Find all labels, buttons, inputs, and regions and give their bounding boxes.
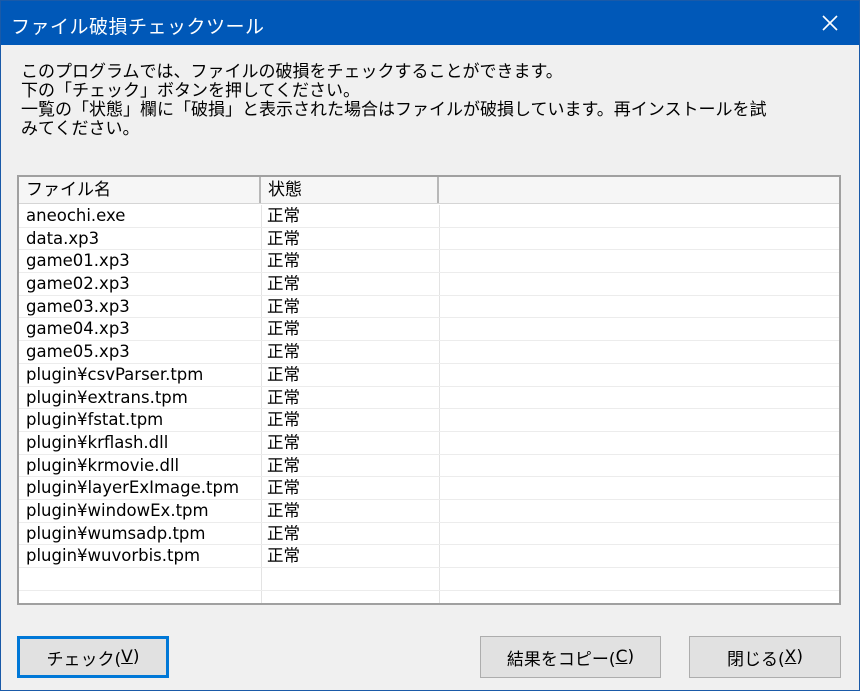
empty-cell (439, 477, 839, 499)
list-rows: aneochi.exe 正常 data.xp3 正常 game01.xp3 正常 game0… (19, 205, 839, 603)
status-cell: 正常 (267, 455, 300, 475)
empty-cell (439, 523, 839, 545)
column-header-empty[interactable] (439, 177, 839, 203)
empty-cell (439, 364, 839, 386)
status-cell: 正常 (267, 342, 300, 362)
description-line: みてください。 (21, 119, 140, 139)
file-name-cell: plugin¥wuvorbis.tpm (26, 546, 201, 566)
list-item[interactable]: game05.xp3 正常 (19, 341, 839, 364)
copy-results-button[interactable]: 結果をコピー(C) (480, 636, 661, 678)
file-name-cell: plugin¥extrans.tpm (26, 387, 188, 407)
description-line: このプログラムでは、ファイルの破損をチェックすることができます。 (21, 62, 563, 82)
list-item[interactable]: plugin¥windowEx.tpm 正常 (19, 500, 839, 523)
empty-cell (439, 500, 839, 522)
empty-cell (439, 545, 839, 567)
empty-cell (439, 432, 839, 454)
check-button-label: チェック( (46, 649, 122, 670)
empty-cell (439, 409, 839, 431)
column-header-filename[interactable]: ファイル名 (19, 177, 261, 203)
close-button-accel: X (784, 647, 797, 667)
empty-row (19, 591, 839, 603)
close-window-button[interactable] (801, 1, 859, 45)
list-item[interactable]: game03.xp3 正常 (19, 296, 839, 319)
description-line: 一覧の「状態」欄に「破損」と表示された場合はファイルが破損しています。再インスト… (21, 100, 767, 120)
list-item[interactable]: aneochi.exe 正常 (19, 205, 839, 228)
check-button-suffix: ) (132, 647, 140, 667)
close-button-suffix: ) (796, 647, 803, 667)
list-item[interactable]: game04.xp3 正常 (19, 318, 839, 342)
file-name-cell: plugin¥windowEx.tpm (26, 500, 209, 520)
file-list[interactable]: ファイル名 状態 aneochi.exe 正常 data.xp3 正常 game01.x… (17, 175, 841, 605)
file-name-cell: game04.xp3 (26, 319, 130, 339)
title-bar[interactable]: ファイル破損チェックツール (1, 1, 859, 45)
copy-button-label: 結果をコピー( (506, 649, 616, 670)
status-cell: 正常 (267, 296, 300, 316)
check-button-accel: V (121, 647, 133, 667)
status-cell: 正常 (267, 387, 300, 407)
empty-cell (439, 205, 839, 227)
dialog-body: このプログラムでは、ファイルの破損をチェックすることができます。 下の「チェック… (1, 45, 859, 690)
status-cell: 正常 (267, 206, 300, 225)
status-cell: 正常 (267, 364, 300, 384)
empty-cell (439, 318, 839, 340)
window-title: ファイル破損チェックツール (11, 16, 265, 38)
empty-cell (439, 273, 839, 295)
empty-cell (439, 455, 839, 477)
check-button[interactable]: チェック(V) (17, 636, 169, 678)
empty-cell (439, 228, 839, 250)
status-cell: 正常 (267, 478, 300, 498)
list-item[interactable]: plugin¥layerExImage.tpm 正常 (19, 477, 839, 500)
file-name-cell: aneochi.exe (26, 206, 126, 225)
empty-row (19, 568, 839, 591)
dialog-window: ファイル破損チェックツール このプログラムでは、ファイルの破損をチェックすること… (0, 0, 860, 691)
file-name-cell: plugin¥fstat.tpm (26, 410, 164, 430)
file-name-cell: plugin¥krflash.dll (26, 432, 169, 452)
description-line: 下の「チェック」ボタンを押してください。 (21, 81, 360, 101)
file-name-cell: game03.xp3 (26, 296, 130, 316)
status-cell: 正常 (267, 228, 300, 248)
list-item[interactable]: plugin¥krmovie.dll 正常 (19, 455, 839, 478)
file-name-cell: plugin¥layerExImage.tpm (26, 478, 240, 498)
list-item[interactable]: plugin¥csvParser.tpm 正常 (19, 364, 839, 387)
status-cell: 正常 (267, 410, 300, 430)
list-item[interactable]: plugin¥fstat.tpm 正常 (19, 409, 839, 432)
file-name-cell: data.xp3 (26, 228, 100, 248)
file-name-cell: plugin¥krmovie.dll (26, 455, 180, 475)
list-header: ファイル名 状態 (19, 177, 839, 204)
file-name-cell: plugin¥wumsadp.tpm (26, 523, 206, 543)
status-cell: 正常 (267, 251, 300, 271)
close-icon (822, 15, 838, 31)
close-button[interactable]: 閉じる(X) (689, 636, 841, 678)
list-item[interactable]: plugin¥wuvorbis.tpm 正常 (19, 545, 839, 568)
list-item[interactable]: plugin¥wumsadp.tpm 正常 (19, 523, 839, 546)
empty-cell (439, 341, 839, 363)
list-item[interactable]: game01.xp3 正常 (19, 250, 839, 274)
list-item[interactable]: game02.xp3 正常 (19, 273, 839, 296)
empty-cell (439, 387, 839, 409)
file-name-cell: game01.xp3 (26, 251, 130, 271)
list-item[interactable]: plugin¥extrans.tpm 正常 (19, 387, 839, 410)
copy-button-suffix: ) (627, 647, 635, 667)
close-button-label: 閉じる( (727, 649, 785, 670)
empty-cell (439, 250, 839, 272)
description-text: このプログラムでは、ファイルの破損をチェックすることができます。 下の「チェック… (21, 63, 841, 139)
status-cell: 正常 (267, 274, 300, 294)
file-name-cell: game05.xp3 (26, 342, 130, 362)
file-name-cell: game02.xp3 (26, 274, 130, 294)
copy-button-accel: C (615, 647, 628, 667)
status-cell: 正常 (267, 546, 300, 566)
status-cell: 正常 (267, 500, 300, 520)
column-header-status[interactable]: 状態 (261, 177, 439, 203)
empty-cell (439, 296, 839, 318)
file-name-cell: plugin¥csvParser.tpm (26, 364, 204, 384)
status-cell: 正常 (267, 523, 300, 543)
status-cell: 正常 (267, 432, 300, 452)
status-cell: 正常 (267, 319, 300, 339)
list-item[interactable]: plugin¥krflash.dll 正常 (19, 432, 839, 455)
list-item[interactable]: data.xp3 正常 (19, 228, 839, 251)
